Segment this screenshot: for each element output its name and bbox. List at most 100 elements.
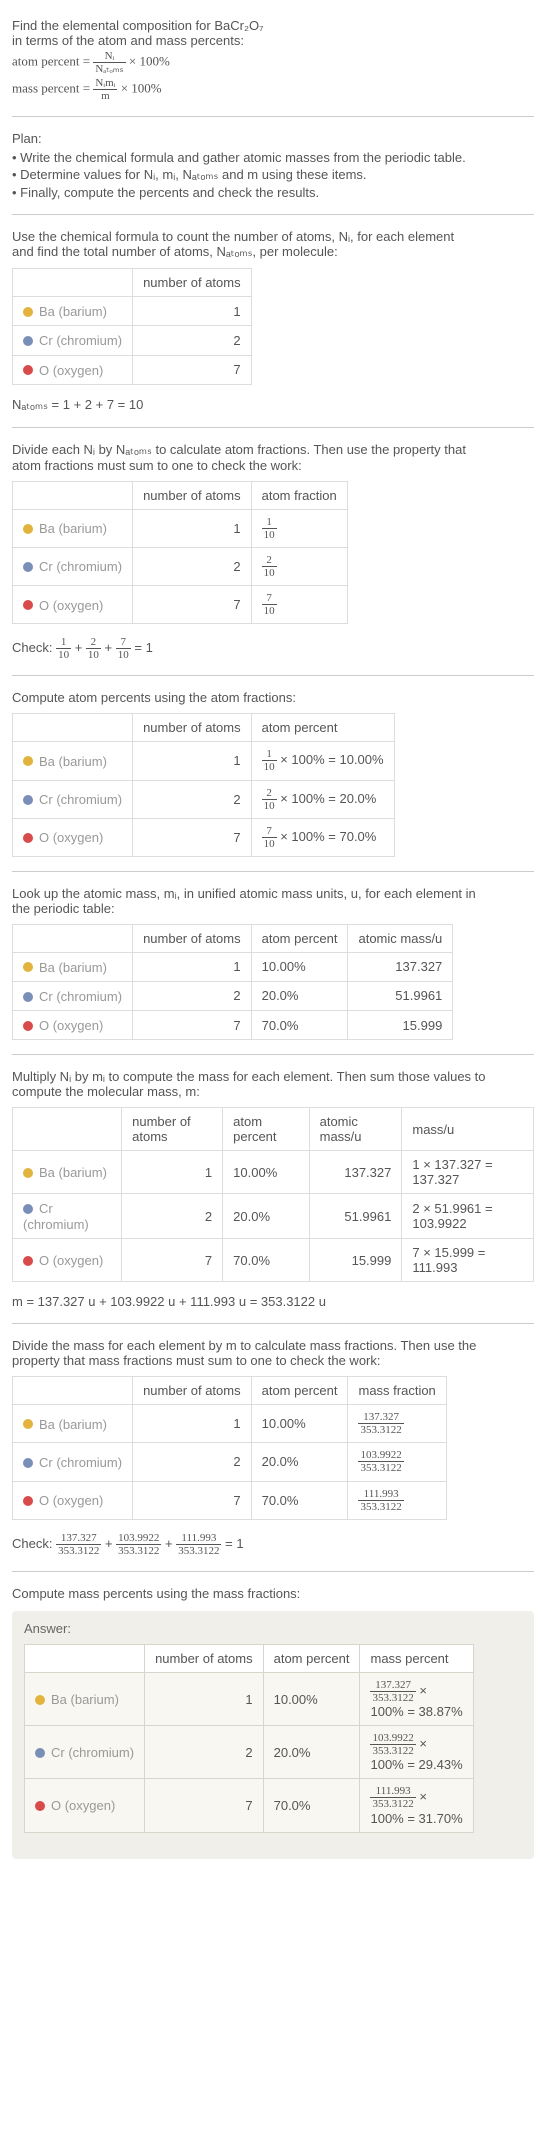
element-name: Cr (chromium) <box>23 1201 89 1232</box>
element-name: O (oxygen) <box>39 598 103 613</box>
atom-percent: 20.0% <box>251 981 348 1010</box>
element-color-dot <box>23 365 33 375</box>
atomic-mass: 15.999 <box>348 1011 453 1040</box>
natoms-sum: Nₐₜₒₘₛ = 1 + 2 + 7 = 10 <box>12 397 534 413</box>
atom-percent: 20.0% <box>263 1726 360 1779</box>
element-name: Cr (chromium) <box>39 989 122 1004</box>
element-color-dot <box>23 336 33 346</box>
element-name: Cr (chromium) <box>51 1745 134 1760</box>
mass-calc: 2 × 51.9961 = 103.9922 <box>402 1194 534 1239</box>
divider <box>12 1054 534 1055</box>
step-text: Multiply Nᵢ by mᵢ to compute the mass fo… <box>12 1069 534 1084</box>
atom-percent: 20.0% <box>251 1443 348 1481</box>
fraction: 137.327353.3122 <box>358 1411 403 1436</box>
table-row: Ba (barium)110.00%137.327353.3122 ×100% … <box>25 1672 474 1725</box>
element-name: Ba (barium) <box>51 1692 119 1707</box>
element-color-dot <box>23 795 33 805</box>
element-cell: O (oxygen) <box>25 1779 145 1832</box>
element-name: O (oxygen) <box>51 1798 115 1813</box>
atom-count: 1 <box>133 297 252 326</box>
col-atom-percent: atom percent <box>251 714 394 742</box>
atom-count: 1 <box>133 509 252 547</box>
element-cell: O (oxygen) <box>13 585 133 623</box>
element-name: O (oxygen) <box>39 1253 103 1268</box>
step-text: Look up the atomic mass, mᵢ, in unified … <box>12 886 534 901</box>
element-name: Cr (chromium) <box>39 792 122 807</box>
plan-item: • Write the chemical formula and gather … <box>12 150 534 165</box>
atom-count: 7 <box>133 1011 252 1040</box>
element-name: Cr (chromium) <box>39 1455 122 1470</box>
element-color-dot <box>23 1419 33 1429</box>
table-row: Ba (barium)1 <box>13 297 252 326</box>
col-atom-percent: atom percent <box>263 1644 360 1672</box>
fraction: 210 <box>262 787 277 812</box>
element-name: Ba (barium) <box>39 521 107 536</box>
col-number-of-atoms: number of atoms <box>133 714 252 742</box>
intro: Find the elemental composition for BaCr₂… <box>12 18 534 102</box>
atom-percent-table: number of atoms atom percent Ba (barium)… <box>12 713 395 857</box>
mass-fraction-table: number of atoms atom percent mass fracti… <box>12 1376 447 1520</box>
atomic-mass: 137.327 <box>348 952 453 981</box>
atom-count: 7 <box>145 1779 264 1832</box>
element-color-dot <box>23 756 33 766</box>
col-number-of-atoms: number of atoms <box>133 269 252 297</box>
table-row: Cr (chromium)2 <box>13 326 252 355</box>
col-atomic-mass: atomic mass/u <box>348 924 453 952</box>
intro-line1: Find the elemental composition for BaCr₂… <box>12 18 534 33</box>
element-color-dot <box>23 307 33 317</box>
col-number-of-atoms: number of atoms <box>133 924 252 952</box>
divider <box>12 1571 534 1572</box>
atom-count: 2 <box>122 1194 223 1239</box>
atom-count: 2 <box>133 326 252 355</box>
atom-count: 7 <box>133 1481 252 1519</box>
step-text: property that mass fractions must sum to… <box>12 1353 534 1368</box>
table-header-row: number of atoms <box>13 269 252 297</box>
atom-percent: 10.00% <box>223 1151 309 1194</box>
step-text: atom fractions must sum to one to check … <box>12 458 534 473</box>
fraction: 710 <box>262 825 277 850</box>
answer-table: number of atoms atom percent mass percen… <box>24 1644 474 1833</box>
element-cell: Ba (barium) <box>13 952 133 981</box>
step-text: Divide the mass for each element by m to… <box>12 1338 534 1353</box>
atom-percent: 710 × 100% = 70.0% <box>251 818 394 856</box>
col-atom-percent: atom percent <box>251 924 348 952</box>
table-header-row: number of atoms atom percent mass fracti… <box>13 1377 447 1405</box>
atom-fraction: 110 <box>251 509 347 547</box>
fraction: 110 <box>262 748 277 773</box>
element-color-dot <box>23 562 33 572</box>
fraction: 110 <box>262 516 277 541</box>
plan: Plan: • Write the chemical formula and g… <box>12 131 534 200</box>
fraction: 103.9922353.3122 <box>370 1732 415 1757</box>
table-row: O (oxygen)770.0%15.999 <box>13 1011 453 1040</box>
element-cell: Ba (barium) <box>13 297 133 326</box>
atom-count: 7 <box>133 818 252 856</box>
check-line: Check: 110 + 210 + 710 = 1 <box>12 636 534 661</box>
atom-count: 2 <box>133 981 252 1010</box>
atom-fraction: 710 <box>251 585 347 623</box>
divider <box>12 1323 534 1324</box>
table-row: Cr (chromium) 220.0%51.9961 <box>13 981 453 1010</box>
element-cell: Cr (chromium) <box>13 547 133 585</box>
col-number-of-atoms: number of atoms <box>133 1377 252 1405</box>
table-row: Cr (chromium)220.0%51.99612 × 51.9961 = … <box>13 1194 534 1239</box>
element-name: Ba (barium) <box>39 1165 107 1180</box>
mass-calc: 1 × 137.327 = 137.327 <box>402 1151 534 1194</box>
step-atom-percents: Compute atom percents using the atom fra… <box>12 690 534 857</box>
element-cell: O (oxygen) <box>13 1239 122 1282</box>
element-cell: O (oxygen) <box>13 355 133 384</box>
col-mass-fraction: mass fraction <box>348 1377 446 1405</box>
answer-box: Answer: number of atoms atom percent mas… <box>12 1611 534 1859</box>
atom-count: 1 <box>133 1405 252 1443</box>
element-cell: Cr (chromium) <box>13 1194 122 1239</box>
table-header-row: number of atoms atom fraction <box>13 481 348 509</box>
atom-percent-fraction: Nᵢ Nₐₜₒₘₛ <box>93 50 125 75</box>
atomic-mass: 51.9961 <box>348 981 453 1010</box>
mass-fraction: 137.327353.3122 <box>348 1405 446 1443</box>
step-text: Compute atom percents using the atom fra… <box>12 690 534 705</box>
element-color-dot <box>35 1695 45 1705</box>
element-cell: O (oxygen) <box>13 1011 133 1040</box>
fraction: 111.993353.3122 <box>358 1488 403 1513</box>
table-row: O (oxygen)7 <box>13 355 252 384</box>
element-name: Ba (barium) <box>39 960 107 975</box>
atom-fraction-table: number of atoms atom fraction Ba (barium… <box>12 481 348 625</box>
